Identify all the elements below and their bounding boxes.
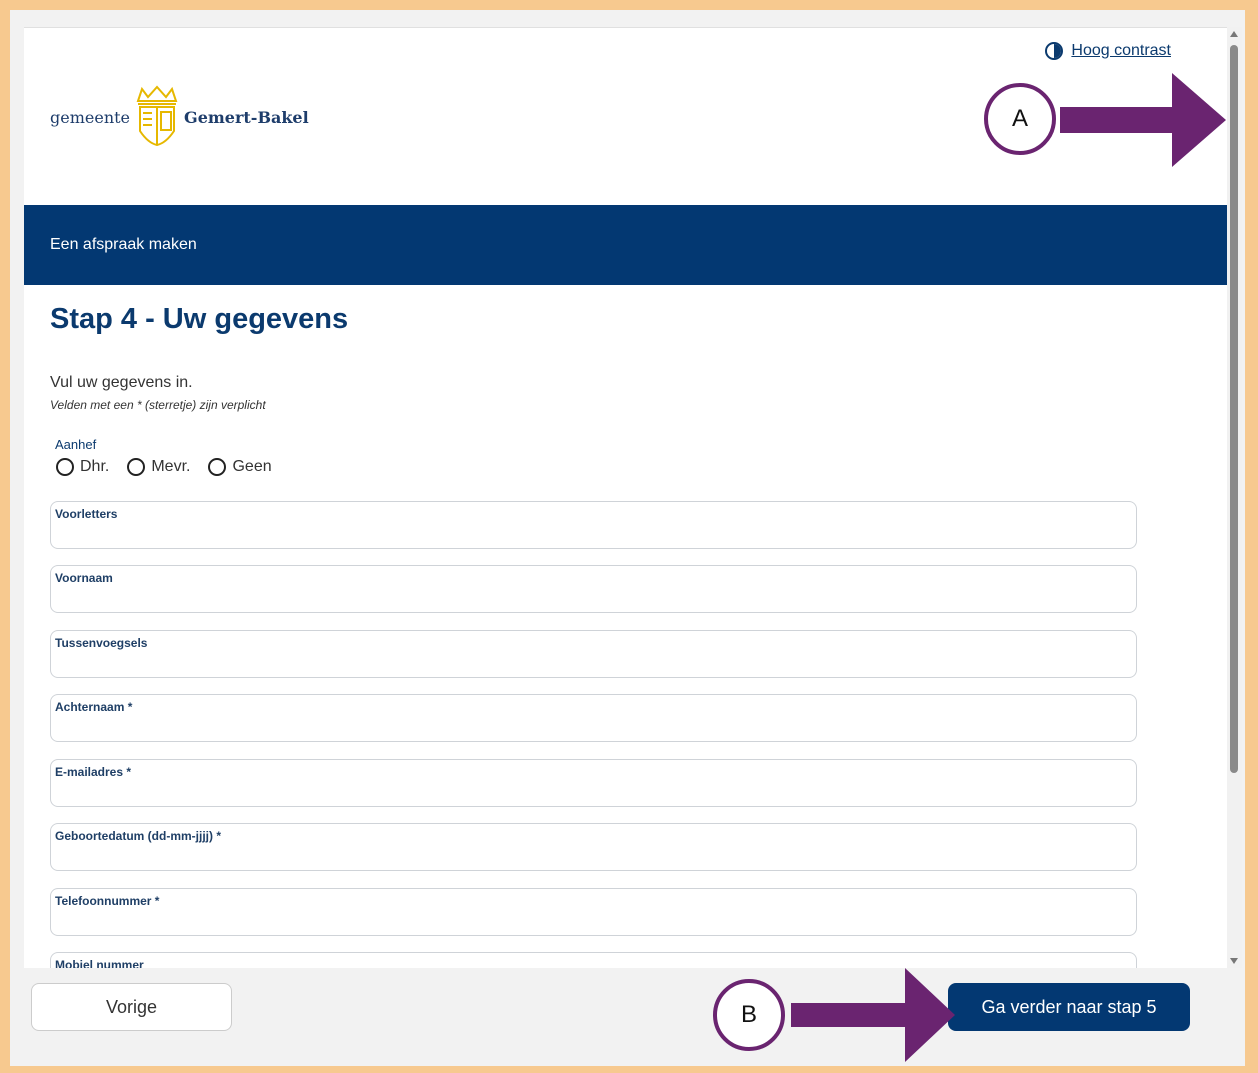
required-fields-note: Velden met een * (sterretje) zijn verpli… [50,398,266,412]
screenshot-frame: Hoog contrast gemeente Gemert-Bakel Een … [10,10,1245,1066]
high-contrast-link[interactable]: Hoog contrast [1045,42,1171,60]
salutation-radio-group: Dhr. Mevr. Geen [56,458,272,476]
email-field[interactable]: E-mailadres * [50,759,1137,807]
next-step-button[interactable]: Ga verder naar stap 5 [948,983,1190,1031]
callout-a: A [984,83,1056,155]
salutation-option-mevr[interactable]: Mevr. [127,458,190,476]
field-label: Tussenvoegsels [55,636,148,650]
field-label: Voornaam [55,571,113,585]
initials-field[interactable]: Voorletters [50,501,1137,549]
arrow-right-icon [791,968,955,1062]
birthdate-field[interactable]: Geboortedatum (dd-mm-jjjj) * [50,823,1137,871]
field-label: Mobiel nummer [55,958,144,968]
first-name-field[interactable]: Voornaam [50,565,1137,613]
field-label: Geboortedatum (dd-mm-jjjj) * [55,829,221,843]
salutation-label: Aanhef [55,437,97,452]
mobile-field[interactable]: Mobiel nummer [50,952,1137,968]
scroll-down-icon[interactable] [1230,958,1238,964]
radio-label: Mevr. [151,458,191,475]
banner-title: Een afspraak maken [50,236,197,253]
callout-b: B [713,979,785,1051]
crest-icon [136,85,178,147]
logo-prefix-text: gemeente [50,107,131,127]
field-label: Voorletters [55,507,118,521]
scrollbar-thumb[interactable] [1230,45,1238,773]
radio-label: Dhr. [80,458,110,475]
radio-button[interactable] [127,458,146,476]
intro-text: Vul uw gegevens in. [50,374,193,391]
logo-name-text: Gemert-Bakel [184,107,309,127]
arrow-right-icon [1060,73,1226,167]
callout-a-label: A [1011,105,1028,132]
field-label: Achternaam * [55,700,133,714]
field-label: E-mailadres * [55,765,132,779]
municipality-logo[interactable]: gemeente Gemert-Bakel [50,85,309,149]
field-label: Telefoonnummer * [55,894,160,908]
page-title: Stap 4 - Uw gegevens [50,303,349,335]
salutation-option-geen[interactable]: Geen [208,458,272,476]
scroll-up-icon[interactable] [1230,31,1238,37]
high-contrast-label: Hoog contrast [1071,42,1171,59]
last-name-field[interactable]: Achternaam * [50,694,1137,742]
contrast-icon [1045,42,1064,60]
browser-viewport: Hoog contrast gemeente Gemert-Bakel Een … [24,27,1227,968]
salutation-option-dhr[interactable]: Dhr. [56,458,109,476]
page-banner: Een afspraak maken [24,205,1227,285]
vertical-scrollbar[interactable] [1227,27,1242,968]
phone-field[interactable]: Telefoonnummer * [50,888,1137,936]
infix-field[interactable]: Tussenvoegsels [50,630,1137,678]
radio-button[interactable] [208,458,227,476]
previous-button[interactable]: Vorige [31,983,232,1031]
radio-label: Geen [232,458,272,475]
callout-b-label: B [740,1001,757,1028]
radio-button[interactable] [56,458,74,476]
